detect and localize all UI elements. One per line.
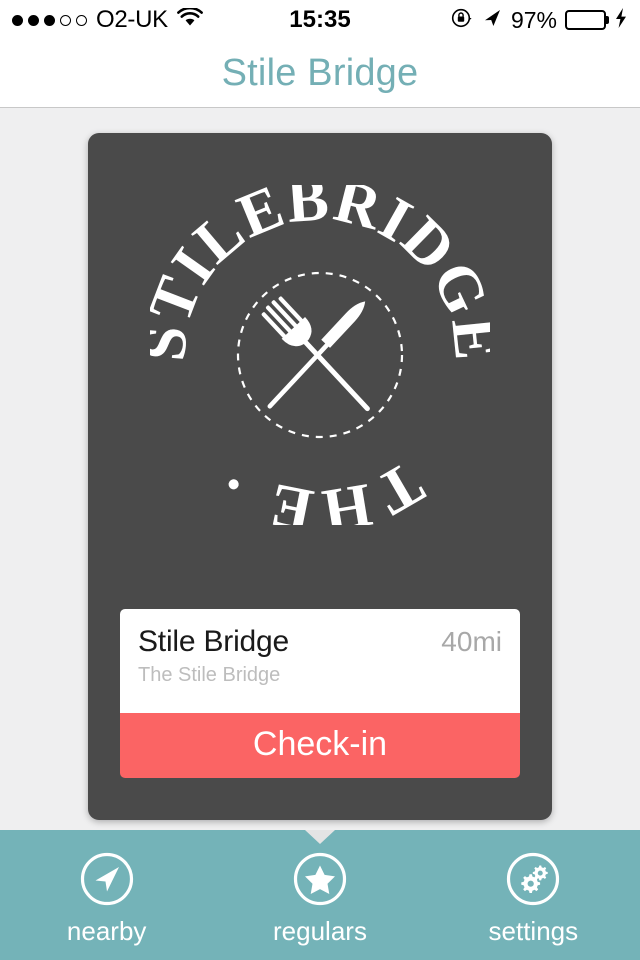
status-bar-center: 15:35 <box>242 6 398 34</box>
battery-icon <box>565 10 606 30</box>
venue-info-top: Stile Bridge 40mi The Stile Bridge <box>120 609 520 713</box>
compass-arrow-icon <box>80 852 133 905</box>
svg-text:STILEBRIDGE: STILEBRIDGE <box>150 185 490 364</box>
venue-name: Stile Bridge <box>138 625 290 658</box>
venue-card[interactable]: STILEBRIDGE THE · <box>88 133 552 820</box>
tab-regulars-label: regulars <box>273 915 367 946</box>
status-bar-right: 97% <box>398 7 628 34</box>
rotation-lock-icon <box>451 7 473 34</box>
tab-settings[interactable]: settings <box>427 830 640 960</box>
svg-text:THE ·: THE · <box>203 448 435 525</box>
clock-label: 15:35 <box>289 6 351 33</box>
stile-bridge-crest-logo: STILEBRIDGE THE · <box>150 185 490 525</box>
tab-nearby-label: nearby <box>66 915 147 946</box>
battery-percent-label: 97% <box>510 6 557 33</box>
status-bar-left: O2-UK <box>12 6 242 34</box>
checkin-button[interactable]: Check-in <box>120 713 520 778</box>
venue-name-row: Stile Bridge 40mi <box>138 625 502 659</box>
location-arrow-icon <box>481 7 503 34</box>
carrier-label: O2-UK <box>96 6 168 33</box>
signal-strength-icon <box>12 14 87 26</box>
page-title: Stile Bridge <box>221 52 419 94</box>
venue-info-panel: Stile Bridge 40mi The Stile Bridge Check… <box>120 609 520 778</box>
star-icon <box>293 852 347 905</box>
main-content: STILEBRIDGE THE · <box>0 109 640 830</box>
tab-settings-label: settings <box>488 915 579 946</box>
gears-icon <box>507 852 560 905</box>
tab-regulars[interactable]: regulars <box>213 830 426 960</box>
lightning-bolt-icon <box>614 7 628 34</box>
wifi-icon <box>176 6 203 33</box>
navigation-header: Stile Bridge <box>0 40 640 108</box>
tab-bar: nearby regulars settings <box>0 830 640 960</box>
status-bar: O2-UK 15:35 97% <box>0 0 640 40</box>
venue-distance: 40mi <box>441 626 502 657</box>
venue-subtitle: The Stile Bridge <box>138 664 281 686</box>
active-tab-indicator <box>304 830 335 844</box>
tab-nearby[interactable]: nearby <box>0 830 213 960</box>
crossed-knife-fork-icon <box>261 296 370 412</box>
